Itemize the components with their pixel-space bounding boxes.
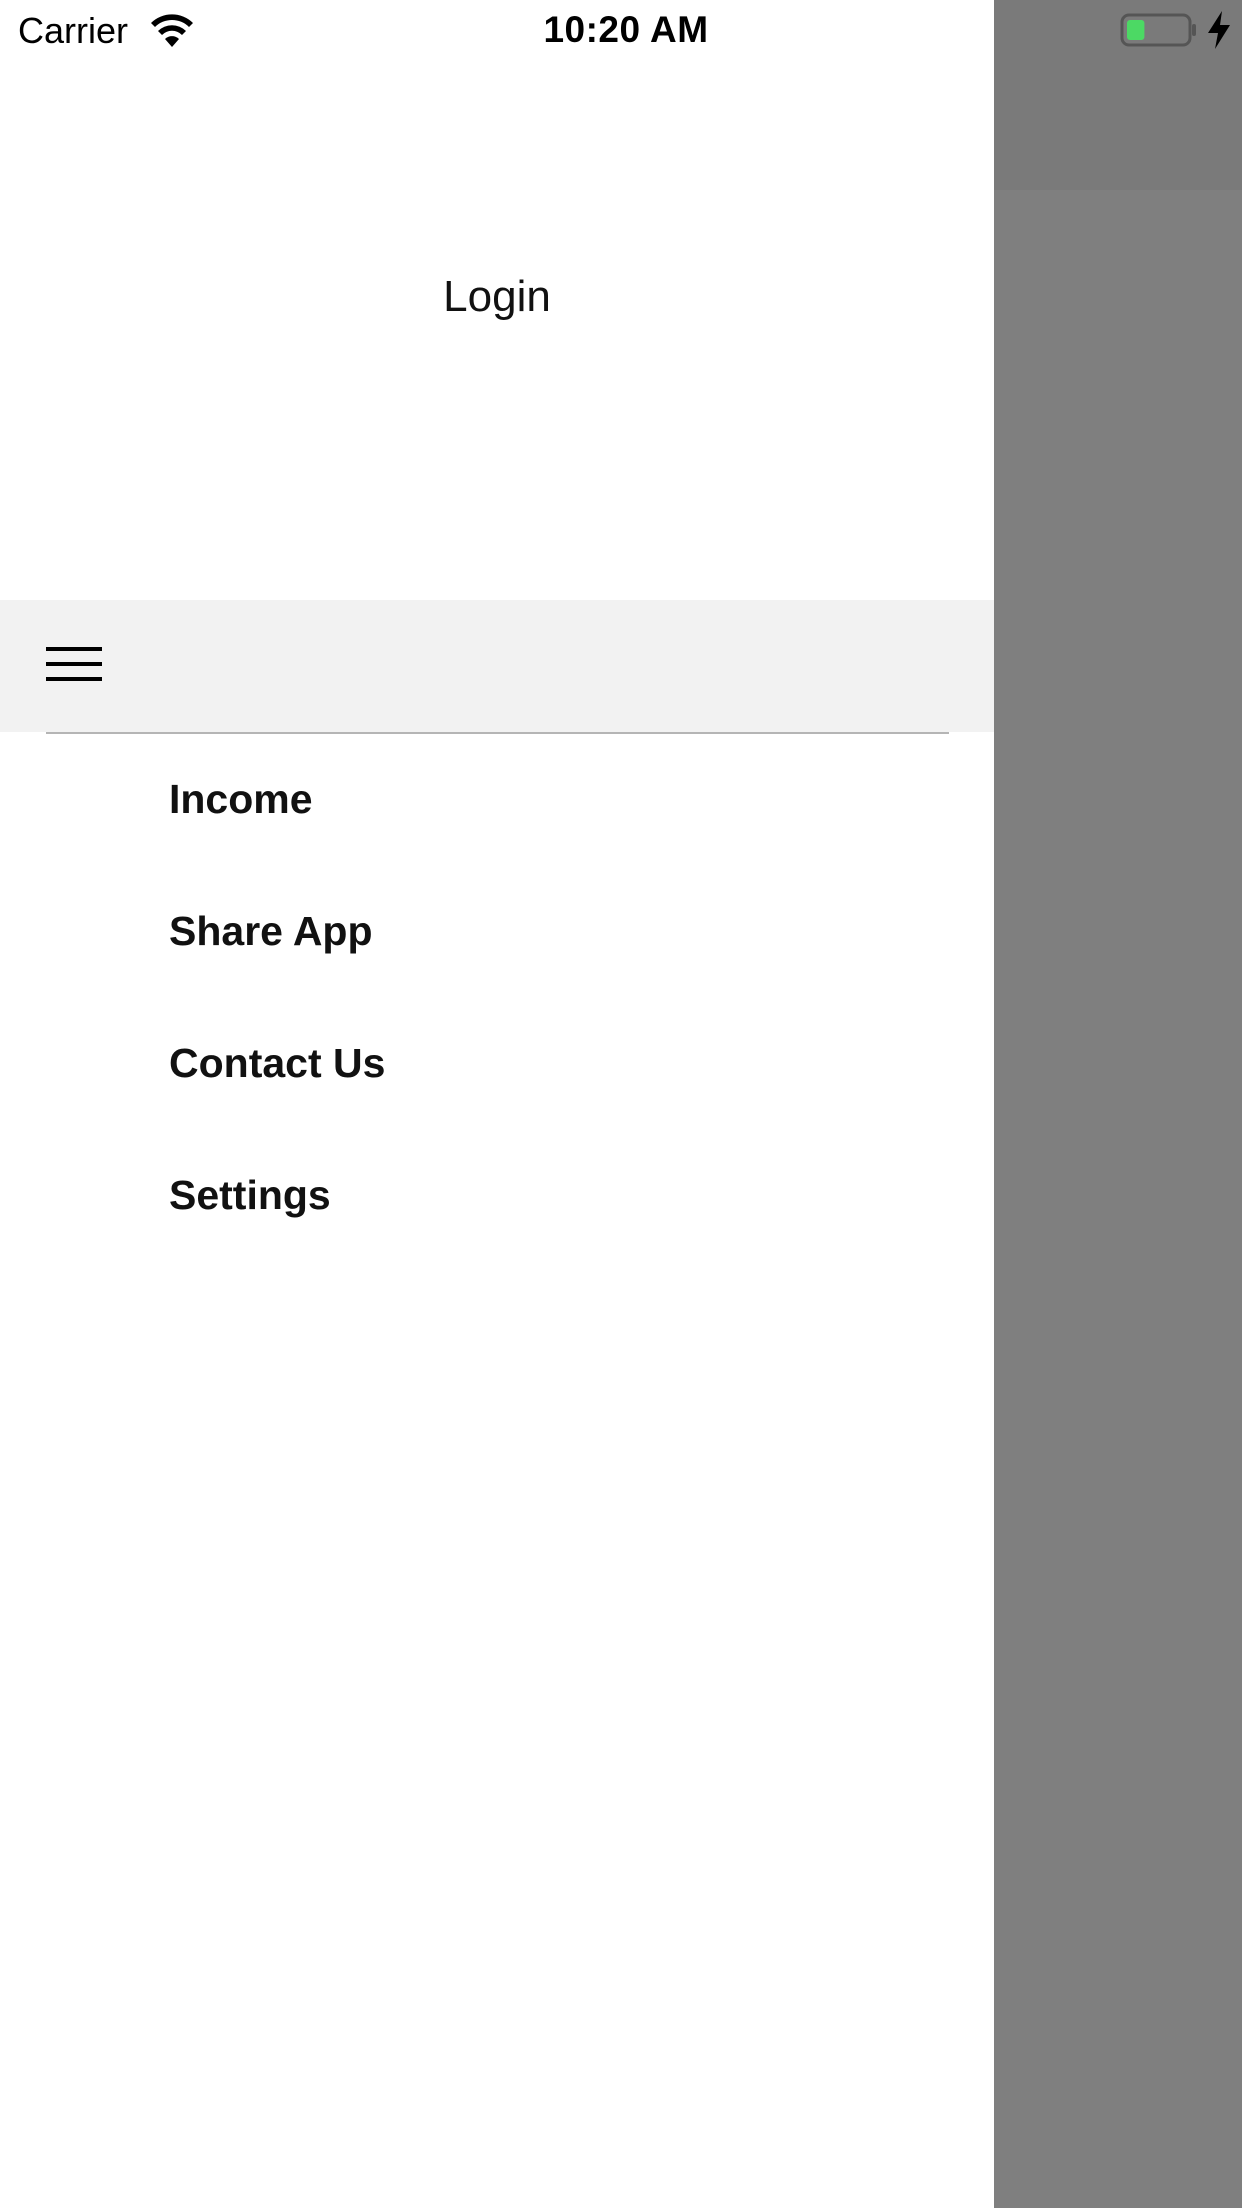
- menu-item-settings[interactable]: Settings: [0, 1130, 994, 1262]
- menu-item-label: Contact Us: [169, 1040, 386, 1086]
- menu-item-contact-us[interactable]: Contact Us: [0, 998, 994, 1130]
- menu-item-label: Share App: [169, 908, 373, 954]
- menu-item-income[interactable]: Income: [0, 734, 994, 866]
- status-bar: Carrier 10:20 AM: [0, 0, 1242, 62]
- menu-item-label: Settings: [169, 1172, 331, 1218]
- menu-list: Income Share App Contact Us Settings: [0, 734, 994, 1262]
- hamburger-menu-icon[interactable]: [46, 644, 102, 684]
- navigation-drawer: Login Income Share App Contact Us Settin…: [0, 0, 994, 2208]
- menu-item-label: Income: [169, 776, 313, 822]
- charging-bolt-icon: [1208, 11, 1230, 49]
- status-time: 10:20 AM: [543, 9, 709, 50]
- menu-item-share-app[interactable]: Share App: [0, 866, 994, 998]
- drawer-backdrop[interactable]: [994, 0, 1242, 2208]
- drawer-toolbar: [0, 600, 994, 732]
- login-title[interactable]: Login: [0, 272, 994, 322]
- battery-icon: [1120, 13, 1196, 47]
